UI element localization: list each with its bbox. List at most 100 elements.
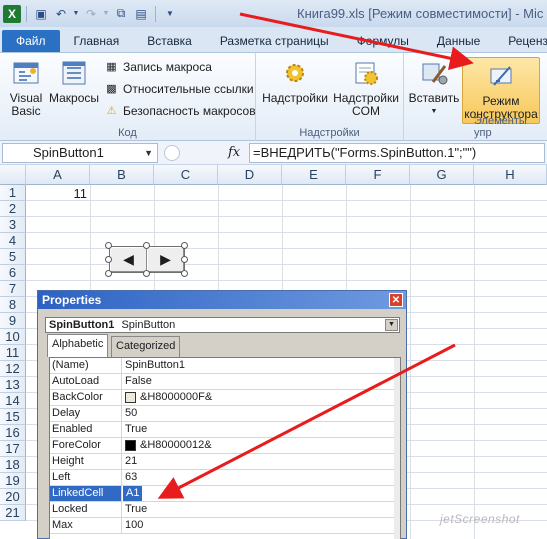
save-icon[interactable]: ▣ <box>32 5 50 23</box>
resize-handle[interactable] <box>143 270 150 277</box>
spin-up-button[interactable]: ▶ <box>147 247 184 272</box>
tab-home[interactable]: Главная <box>60 30 134 52</box>
column-header-h[interactable]: H <box>474 165 547 185</box>
column-header-f[interactable]: F <box>346 165 410 185</box>
property-row[interactable]: Locked True <box>50 502 400 518</box>
property-value[interactable]: 63 <box>123 470 137 485</box>
name-box-dropdown-icon[interactable]: ▼ <box>144 144 153 162</box>
properties-title-bar[interactable]: Properties ✕ <box>38 291 406 309</box>
properties-grid[interactable]: (Name) SpinButton1 AutoLoad False BackColor &… <box>49 357 401 539</box>
row-header[interactable]: 4 <box>0 233 26 249</box>
visual-basic-button[interactable]: Visual Basic <box>6 57 46 118</box>
row-header[interactable]: 3 <box>0 217 26 233</box>
undo-icon[interactable]: ↶ <box>52 5 70 23</box>
row-header[interactable]: 6 <box>0 265 26 281</box>
resize-handle[interactable] <box>105 256 112 263</box>
close-icon[interactable]: ✕ <box>389 293 403 307</box>
row-header[interactable]: 9 <box>0 313 26 329</box>
property-value[interactable]: SpinButton1 <box>123 358 185 373</box>
row-header[interactable]: 11 <box>0 345 26 361</box>
select-all-corner[interactable] <box>0 165 26 185</box>
properties-window[interactable]: Properties ✕ SpinButton1 SpinButton ▼ Al… <box>37 290 407 539</box>
record-macro-button[interactable]: ▦ Запись макроса <box>104 59 212 74</box>
property-value[interactable]: False <box>123 374 152 389</box>
property-value[interactable]: True <box>123 502 147 517</box>
resize-handle[interactable] <box>143 242 150 249</box>
resize-handle[interactable] <box>181 270 188 277</box>
property-row[interactable]: Delay 50 <box>50 406 400 422</box>
spin-button-control[interactable]: ◀ ▶ <box>109 246 185 273</box>
property-value[interactable]: True <box>123 422 147 437</box>
customize-qat-icon[interactable]: ▼ <box>161 5 179 23</box>
resize-handle[interactable] <box>181 242 188 249</box>
design-mode-button[interactable]: Режим конструктора <box>462 57 540 124</box>
row-header[interactable]: 5 <box>0 249 26 265</box>
print-preview-icon[interactable]: ▤ <box>132 5 150 23</box>
resize-handle[interactable] <box>105 270 112 277</box>
property-row[interactable]: BackColor &H8000000F& <box>50 390 400 406</box>
row-header[interactable]: 1 <box>0 185 26 201</box>
property-row[interactable]: Height 21 <box>50 454 400 470</box>
com-addins-button[interactable]: Надстройки COM <box>330 57 402 118</box>
row-header[interactable]: 15 <box>0 409 26 425</box>
row-header[interactable]: 13 <box>0 377 26 393</box>
property-row[interactable]: ForeColor &H80000012& <box>50 438 400 454</box>
property-value[interactable]: &H8000000F& <box>123 390 212 405</box>
tab-categorized[interactable]: Categorized <box>111 336 181 357</box>
tab-file[interactable]: Файл <box>2 30 60 52</box>
excel-icon[interactable]: X <box>3 4 21 23</box>
tab-page-layout[interactable]: Разметка страницы <box>206 30 343 52</box>
formula-expand-icon[interactable] <box>164 145 180 161</box>
redo-icon[interactable]: ↷ <box>82 5 100 23</box>
column-header-d[interactable]: D <box>218 165 282 185</box>
resize-handle[interactable] <box>105 242 112 249</box>
macros-button[interactable]: Макросы <box>48 57 100 105</box>
property-row[interactable]: Max 100 <box>50 518 400 534</box>
spin-down-button[interactable]: ◀ <box>110 247 147 272</box>
addins-button[interactable]: Надстройки <box>262 57 328 105</box>
column-header-g[interactable]: G <box>410 165 474 185</box>
row-header[interactable]: 14 <box>0 393 26 409</box>
tab-insert[interactable]: Вставка <box>133 30 206 52</box>
property-value[interactable]: 21 <box>123 454 137 469</box>
column-header-a[interactable]: A <box>26 165 90 185</box>
formula-input[interactable]: =ВНЕДРИТЬ("Forms.SpinButton.1";"") <box>249 143 545 163</box>
property-value[interactable]: &H80000012& <box>123 438 212 453</box>
row-header[interactable]: 2 <box>0 201 26 217</box>
row-header[interactable]: 12 <box>0 361 26 377</box>
row-header[interactable]: 16 <box>0 425 26 441</box>
insert-control-button[interactable]: Вставить ▼ <box>408 57 460 118</box>
tab-data[interactable]: Данные <box>423 30 494 52</box>
property-row[interactable]: LinkedCell A1 <box>50 486 400 502</box>
property-row[interactable]: AutoLoad False <box>50 374 400 390</box>
tab-alphabetic[interactable]: Alphabetic <box>47 334 109 357</box>
row-header[interactable]: 7 <box>0 281 26 297</box>
tab-formulas[interactable]: Формулы <box>343 30 423 52</box>
column-header-b[interactable]: B <box>90 165 154 185</box>
macro-security-button[interactable]: ⚠ Безопасность макросов <box>104 103 256 118</box>
relative-references-button[interactable]: ▩ Относительные ссылки <box>104 81 253 96</box>
row-header[interactable]: 17 <box>0 441 26 457</box>
redo-dropdown-icon[interactable]: ▼ <box>102 5 110 23</box>
property-row[interactable]: Left 63 <box>50 470 400 486</box>
object-selector[interactable]: SpinButton1 SpinButton ▼ <box>45 317 400 333</box>
property-value[interactable]: 100 <box>123 518 143 533</box>
properties-scrollbar[interactable] <box>394 358 400 539</box>
tab-review[interactable]: Рецензиро <box>494 30 547 52</box>
property-row[interactable]: (Name) SpinButton1 <box>50 358 400 374</box>
row-header[interactable]: 10 <box>0 329 26 345</box>
chevron-down-icon[interactable]: ▼ <box>385 319 398 331</box>
property-value[interactable]: 50 <box>123 406 137 421</box>
row-header[interactable]: 8 <box>0 297 26 313</box>
undo-dropdown-icon[interactable]: ▼ <box>72 5 80 23</box>
column-header-e[interactable]: E <box>282 165 346 185</box>
cell-a1[interactable]: 11 <box>26 186 90 201</box>
row-header[interactable]: 21 <box>0 505 26 521</box>
function-icon[interactable]: fx <box>228 145 240 160</box>
row-header[interactable]: 18 <box>0 457 26 473</box>
resize-handle[interactable] <box>181 256 188 263</box>
row-header[interactable]: 20 <box>0 489 26 505</box>
column-header-c[interactable]: C <box>154 165 218 185</box>
name-box[interactable]: SpinButton1 ▼ <box>2 143 158 163</box>
row-header[interactable]: 19 <box>0 473 26 489</box>
